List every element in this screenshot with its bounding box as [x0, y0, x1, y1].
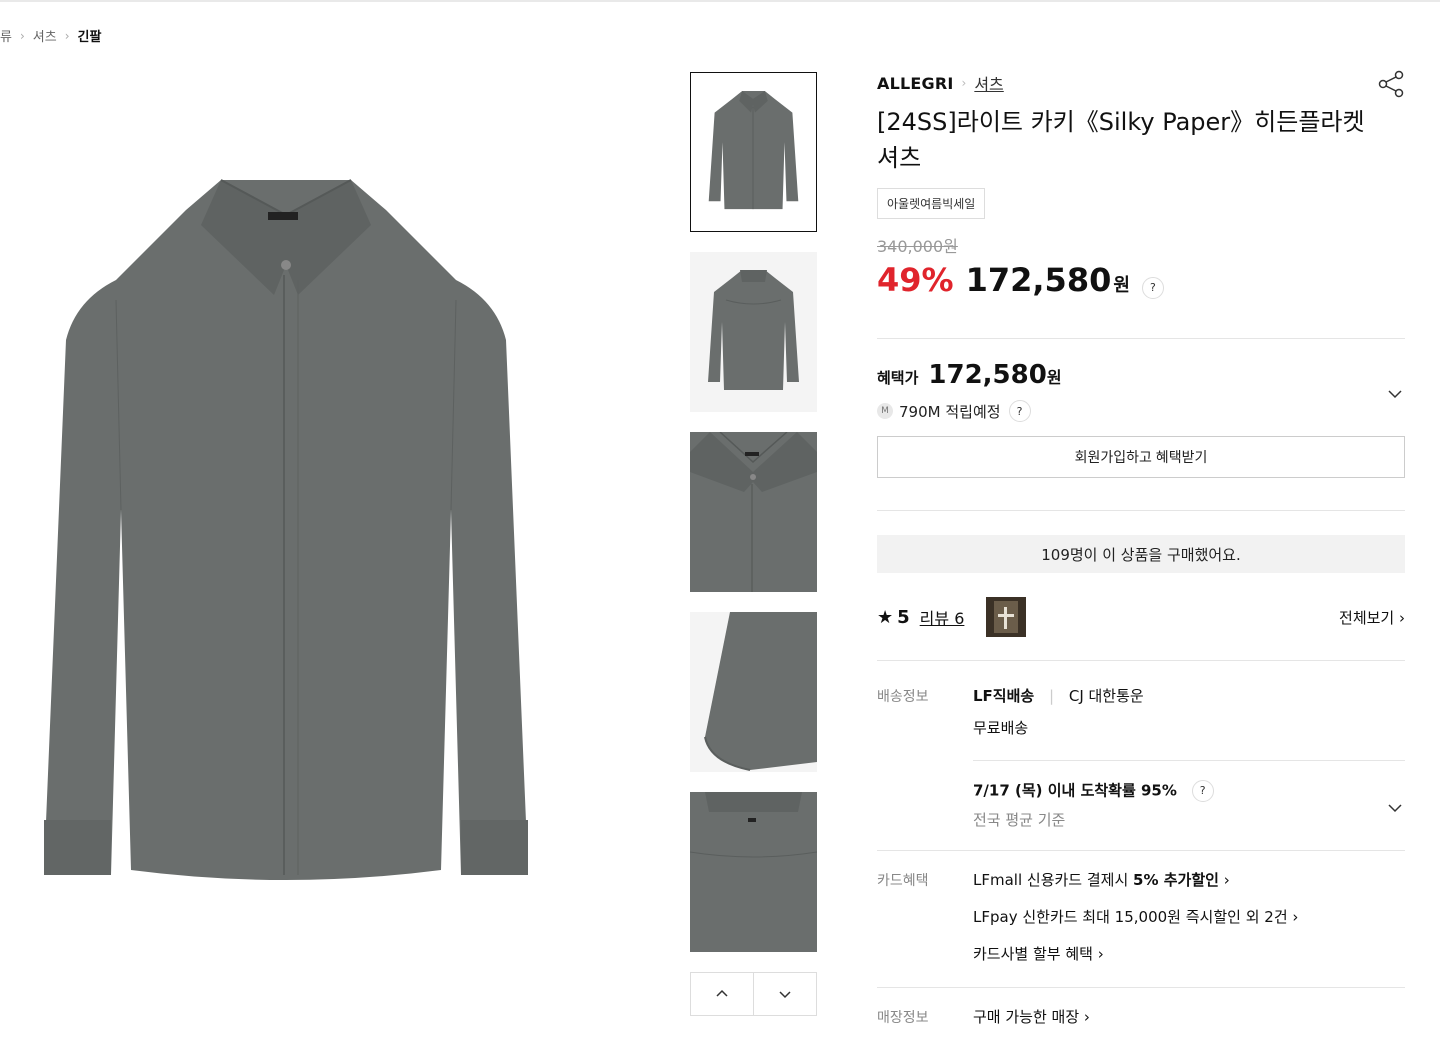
card-label: 카드혜택: [877, 873, 929, 889]
purchase-count-banner: 109명이 이 상품을 구매했어요.: [877, 535, 1405, 573]
share-icon[interactable]: [1377, 70, 1405, 98]
card-benefit-lfmall-text: LFmall 신용카드 결제시: [973, 871, 1134, 889]
section-divider: [973, 760, 1405, 761]
brand-link[interactable]: ALLEGRI: [877, 74, 954, 93]
chevron-right-icon: ›: [64, 28, 70, 43]
chevron-right-icon: ›: [961, 76, 967, 90]
thumbnail-nav: [690, 972, 817, 1016]
breadcrumb: 류 › 셔츠 › 긴팔: [0, 26, 102, 46]
chevron-right-icon: ›: [19, 28, 25, 43]
event-tag[interactable]: 아울렛여름빅세일: [877, 188, 986, 219]
arrival-estimate: 7/17 (목) 이내 도착확률 95%: [973, 781, 1177, 800]
benefit-section: 혜택가 172,580 원 M 790M 적립예정 ? 회원가입하고 혜택받기: [877, 338, 1405, 478]
breadcrumb-item-longsleeve[interactable]: 긴팔: [78, 26, 102, 45]
store-section: 매장정보 구매 가능한 매장 ›: [877, 1007, 1405, 1031]
thumbnail-front[interactable]: [690, 72, 817, 232]
store-content: 구매 가능한 매장 ›: [973, 1007, 1090, 1027]
thumbnail-hem-detail[interactable]: [690, 612, 817, 772]
benefit-label: 혜택가: [877, 369, 919, 387]
main-product-image: [36, 170, 536, 890]
price-unit: 원: [1113, 275, 1130, 296]
card-benefit-lfmall[interactable]: LFmall 신용카드 결제시 5% 추가할인 ›: [973, 870, 1298, 890]
review-count-link[interactable]: 리뷰 6: [920, 605, 965, 629]
section-divider: [877, 660, 1405, 661]
chevron-down-icon: [779, 991, 791, 999]
delivery-carrier: CJ 대한통운: [1068, 687, 1144, 705]
mileage-badge-icon: M: [877, 403, 893, 419]
arrival-help-icon[interactable]: ?: [1191, 780, 1214, 802]
benefit-price-unit: 원: [1046, 368, 1062, 387]
delivery-content: LF직배송 | CJ 대한통운 무료배송: [973, 686, 1144, 738]
chevron-right-icon: ›: [1223, 871, 1230, 889]
section-divider: [877, 987, 1405, 988]
brand-row: ALLEGRI › 셔츠: [877, 70, 1405, 96]
card-content: LFmall 신용카드 결제시 5% 추가할인 › LFpay 신한카드 최대 …: [973, 870, 1298, 964]
delivery-section: 배송정보 LF직배송 | CJ 대한통운 무료배송: [877, 686, 1405, 766]
thumbnail-collar-detail[interactable]: [690, 432, 817, 592]
card-benefit-lfpay[interactable]: LFpay 신한카드 최대 15,000원 즉시할인 외 2건 ›: [973, 907, 1298, 927]
card-benefit-section: 카드혜택 LFmall 신용카드 결제시 5% 추가할인 › LFpay 신한카…: [877, 870, 1405, 970]
mileage-help-icon[interactable]: ?: [1008, 400, 1031, 422]
category-link[interactable]: 셔츠: [974, 71, 1003, 95]
discount-rate: 49%: [877, 261, 954, 299]
sale-price: 172,580: [965, 261, 1112, 299]
benefit-price-row: 혜택가 172,580 원: [877, 360, 1405, 390]
delivery-label: 배송정보: [877, 689, 929, 705]
original-price: 340,000원: [877, 237, 958, 256]
delivery-method: LF직배송: [973, 687, 1035, 705]
section-divider: [877, 510, 1405, 511]
card-benefit-lfmall-highlight: 5% 추가할인: [1133, 871, 1219, 889]
thumbnail-back[interactable]: [690, 252, 817, 412]
view-all-reviews-link[interactable]: 전체보기 ›: [1339, 607, 1405, 628]
thumbnail-up-button[interactable]: [691, 973, 753, 1015]
divider-bar: |: [1049, 687, 1055, 705]
delivery-fee: 무료배송: [973, 719, 1029, 737]
benefit-price: 172,580: [928, 360, 1047, 390]
join-benefit-button[interactable]: 회원가입하고 혜택받기: [877, 436, 1405, 478]
arrival-note: 전국 평균 기준: [973, 811, 1066, 829]
benefit-expand-chevron-down-icon[interactable]: [1387, 386, 1403, 402]
product-info: ALLEGRI › 셔츠 [24SS]라이트 카키《Silky Paper》히든…: [877, 70, 1405, 299]
arrival-section: 7/17 (목) 이내 도착확률 95% ? 전국 평균 기준: [877, 780, 1405, 840]
breadcrumb-item-parent[interactable]: 류: [0, 26, 12, 45]
thumbnail-list: [690, 72, 817, 972]
review-score: 5: [897, 606, 910, 628]
review-row: ★ 5 리뷰 6 전체보기 ›: [877, 596, 1405, 638]
thumbnail-back-collar-detail[interactable]: [690, 792, 817, 952]
thumbnail-down-button[interactable]: [753, 973, 816, 1015]
card-installment-link[interactable]: 카드사별 할부 혜택 ›: [973, 944, 1298, 964]
mileage-row: M 790M 적립예정 ?: [877, 400, 1405, 422]
price-row: 49% 172,580 원 ?: [877, 261, 1405, 299]
section-divider: [877, 850, 1405, 851]
breadcrumb-item-shirts[interactable]: 셔츠: [33, 26, 57, 45]
store-label: 매장정보: [877, 1010, 929, 1026]
chevron-up-icon: [716, 989, 728, 997]
price-help-icon[interactable]: ?: [1141, 276, 1164, 299]
top-divider: [0, 0, 1440, 2]
arrival-content: 7/17 (목) 이내 도착확률 95% ? 전국 평균 기준: [973, 780, 1214, 830]
arrival-expand-chevron-down-icon[interactable]: [1387, 800, 1403, 816]
product-title: [24SS]라이트 카키《Silky Paper》히든플라켓 셔츠: [877, 108, 1365, 172]
available-store-link[interactable]: 구매 가능한 매장 ›: [973, 1007, 1090, 1027]
star-icon: ★: [877, 606, 894, 628]
mileage-text: 790M 적립예정: [899, 402, 1001, 421]
review-photo-thumbnail[interactable]: [986, 597, 1027, 637]
